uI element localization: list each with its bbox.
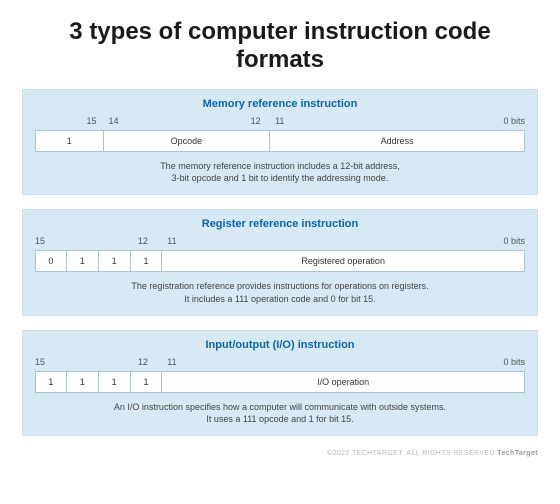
bit-labels: 15 12 11 0 bits <box>35 236 525 250</box>
diagram-cell: 1 <box>99 250 131 272</box>
bit-label: 0 bits <box>503 236 525 246</box>
bit-label: 11 <box>275 116 284 126</box>
page-title: 3 types of computer instruction code for… <box>22 18 538 73</box>
desc-line: An I/O instruction specifies how a compu… <box>114 402 446 412</box>
diagram-cell: 1 <box>131 371 163 393</box>
diagram-cell: Address <box>270 130 525 152</box>
bit-label: 15 <box>35 236 45 246</box>
card-register-reference: Register reference instruction 15 12 11 … <box>22 209 538 315</box>
bit-label: 11 <box>167 357 176 367</box>
diagram-cell: 1 <box>99 371 131 393</box>
card-description: The registration reference provides inst… <box>35 280 525 304</box>
diagram-cell: 1 <box>131 250 163 272</box>
diagram-cell: 1 <box>35 371 67 393</box>
brand-text: TechTarget <box>497 450 538 457</box>
card-description: An I/O instruction specifies how a compu… <box>35 401 525 425</box>
bit-labels: 15 14 12 11 0 bits <box>35 116 525 130</box>
desc-line: 3-bit opcode and 1 bit to identify the a… <box>172 173 389 183</box>
diagram-cell: 1 <box>67 371 99 393</box>
bit-label: 14 <box>109 116 119 126</box>
diagram-cell: 0 <box>35 250 67 272</box>
bit-labels: 15 12 11 0 bits <box>35 357 525 371</box>
diagram-cell: 1 <box>67 250 99 272</box>
bit-label: 0 bits <box>503 116 525 126</box>
bit-label: 12 <box>251 116 261 126</box>
diagram-cell: 1 <box>35 130 104 152</box>
desc-line: The registration reference provides inst… <box>131 281 428 291</box>
diagram-cell: Registered operation <box>162 250 525 272</box>
bit-diagram: 1 1 1 1 I/O operation <box>35 371 525 393</box>
card-title: Register reference instruction <box>35 218 525 230</box>
bit-label: 15 <box>86 116 96 126</box>
footer: ©2022 TECHTARGET. ALL RIGHTS RESERVED Te… <box>22 450 538 457</box>
bit-label: 11 <box>167 236 176 246</box>
desc-line: It uses a 111 opcode and 1 for bit 15. <box>206 414 353 424</box>
copyright-text: ©2022 TECHTARGET. ALL RIGHTS RESERVED <box>327 450 495 457</box>
bit-diagram: 0 1 1 1 Registered operation <box>35 250 525 272</box>
desc-line: It includes a 111 operation code and 0 f… <box>184 294 375 304</box>
bit-label: 15 <box>35 357 45 367</box>
diagram-cell: I/O operation <box>162 371 525 393</box>
card-title: Memory reference instruction <box>35 98 525 110</box>
bit-label: 0 bits <box>503 357 525 367</box>
card-title: Input/output (I/O) instruction <box>35 339 525 351</box>
card-memory-reference: Memory reference instruction 15 14 12 11… <box>22 89 538 195</box>
card-description: The memory reference instruction include… <box>35 160 525 184</box>
bit-label: 12 <box>138 236 148 246</box>
desc-line: The memory reference instruction include… <box>160 161 400 171</box>
diagram-cell: Opcode <box>104 130 271 152</box>
bit-label: 12 <box>138 357 148 367</box>
card-io-instruction: Input/output (I/O) instruction 15 12 11 … <box>22 330 538 436</box>
bit-diagram: 1 Opcode Address <box>35 130 525 152</box>
